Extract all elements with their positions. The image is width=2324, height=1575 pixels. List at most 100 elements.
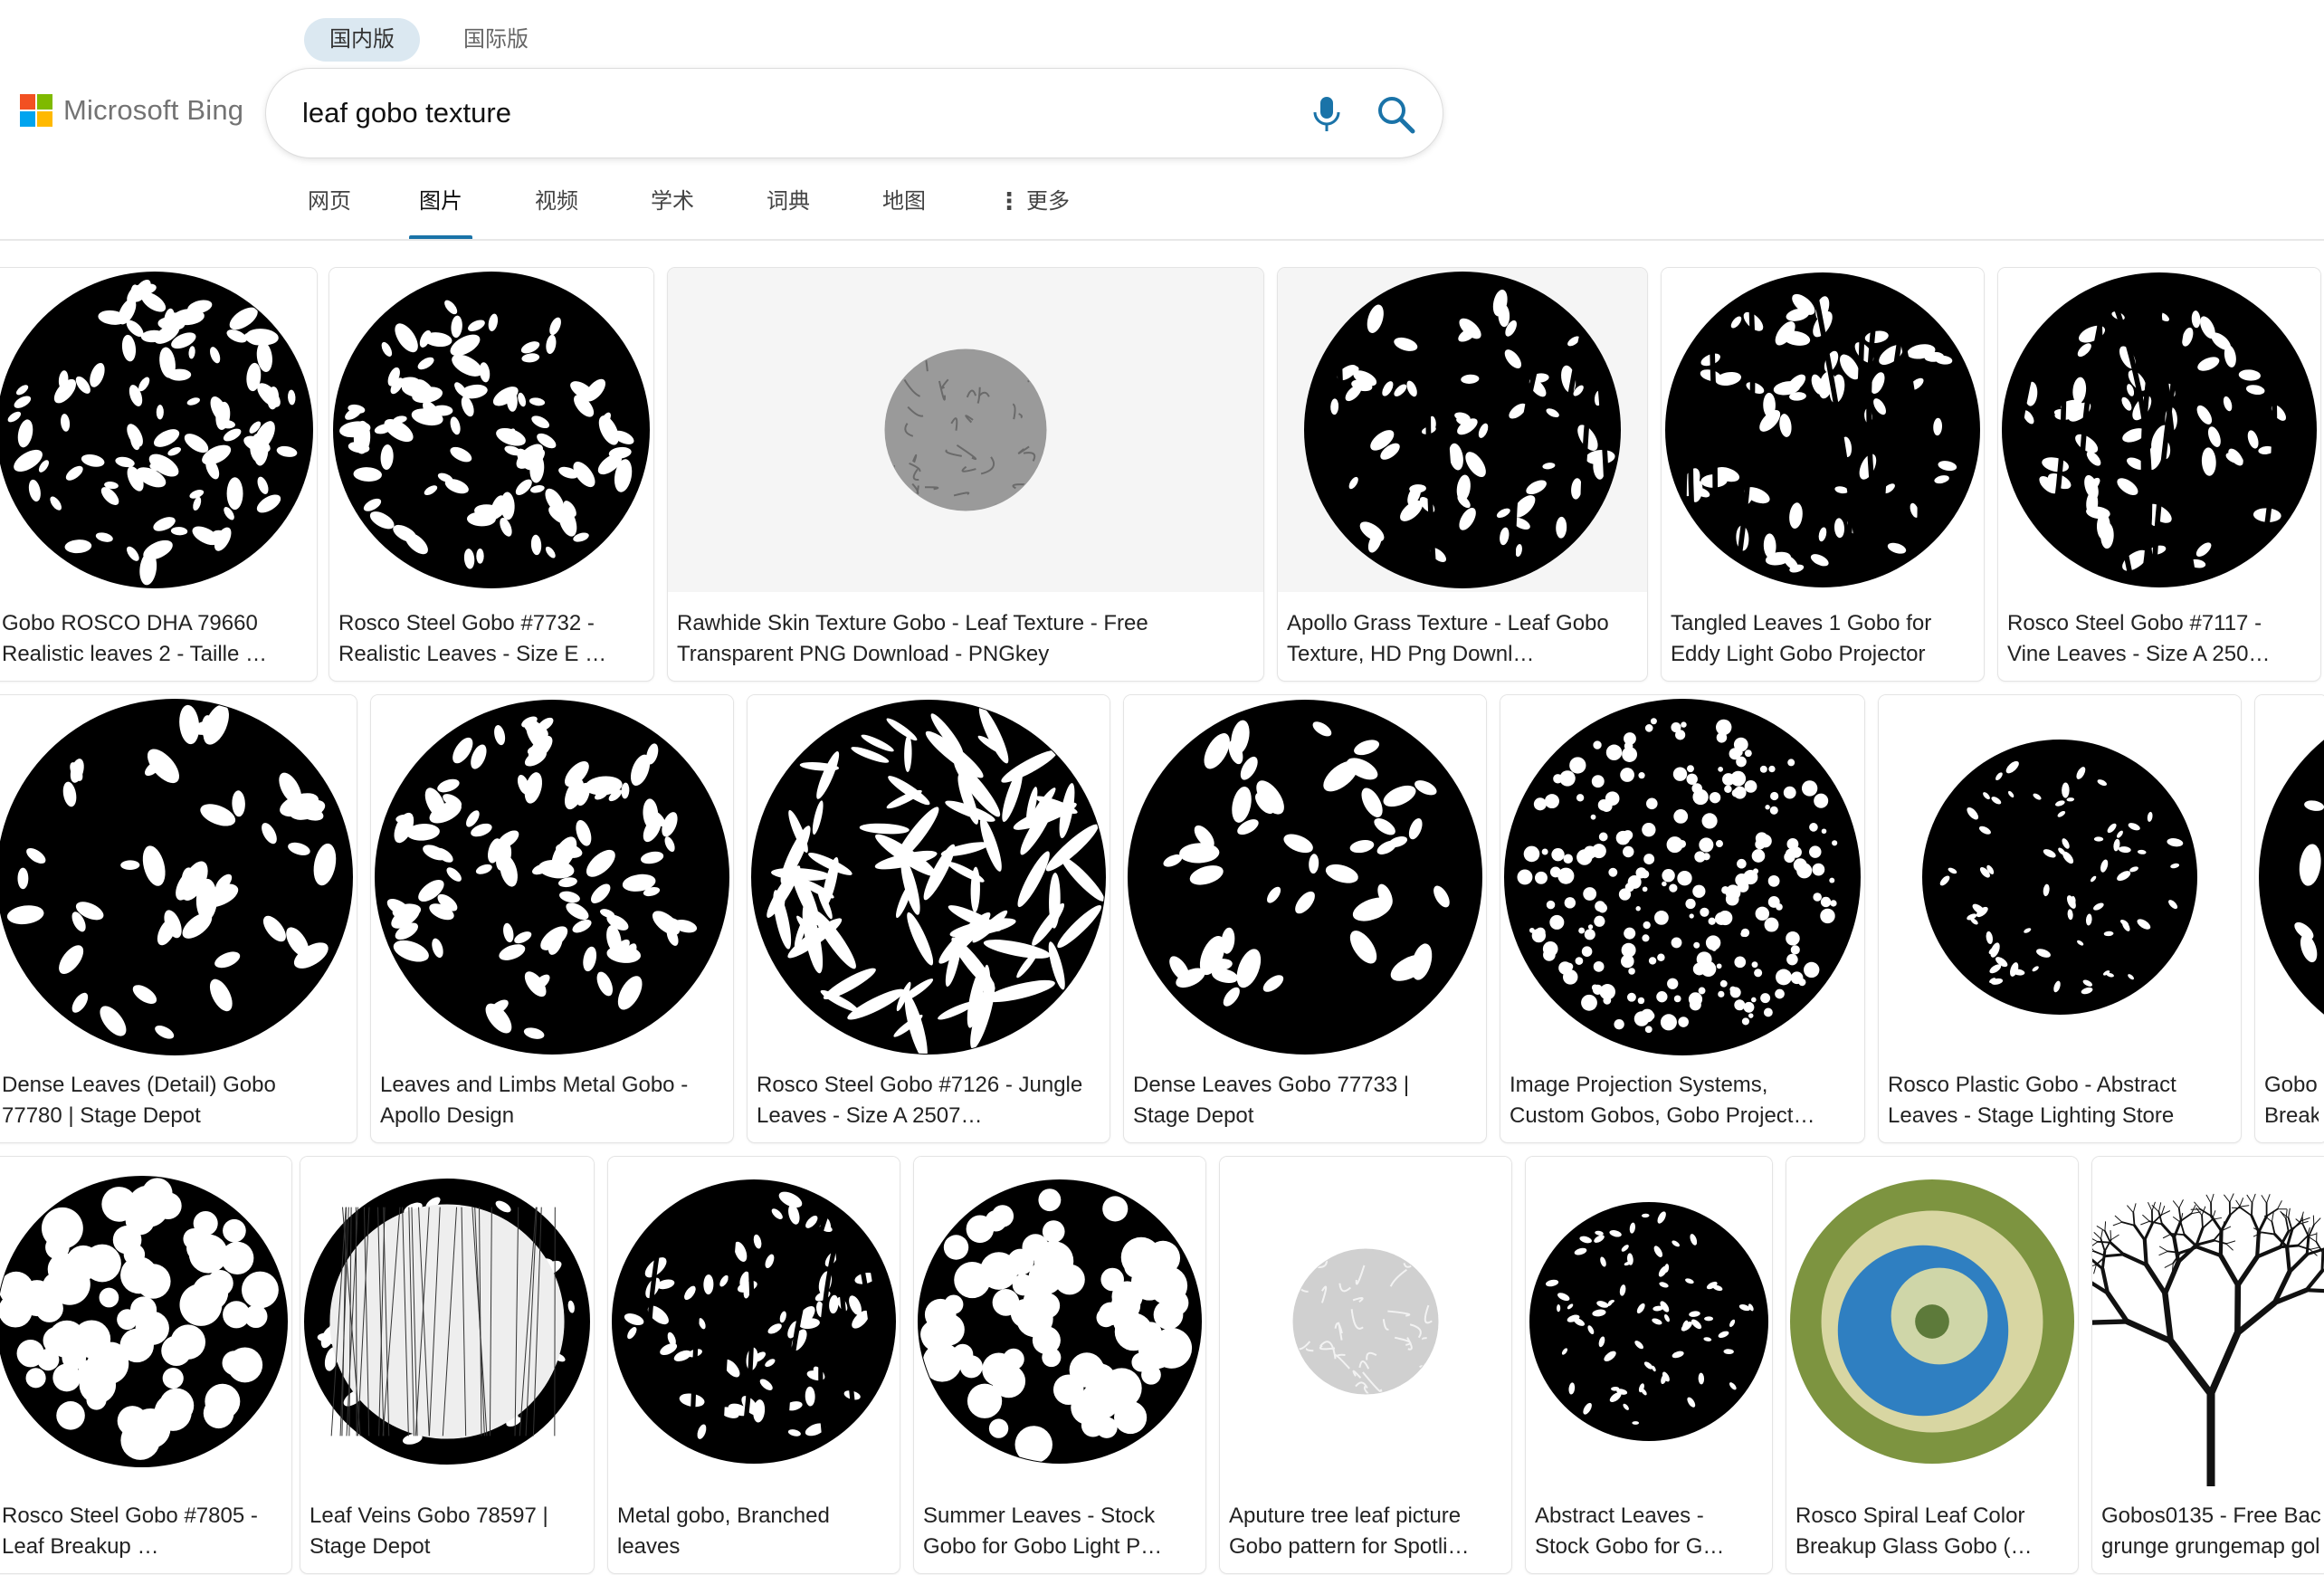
result-caption[interactable]: Summer Leaves - Stock Gobo for Gobo Light… <box>923 1501 1196 1562</box>
thumbnail-image <box>304 1179 590 1465</box>
result-caption[interactable]: Rosco Steel Gobo #7805 - Leaf Breakup … <box>2 1501 282 1562</box>
image-result-card[interactable]: Abstract Leaves - Stock Gobo for G… <box>1526 1157 1772 1573</box>
result-caption[interactable]: Image Projection Systems, Custom Gobos, G… <box>1510 1070 1855 1131</box>
result-thumbnail[interactable] <box>1998 268 2320 592</box>
result-thumbnail[interactable] <box>1124 695 1486 1059</box>
result-thumbnail[interactable] <box>1220 1157 1511 1486</box>
result-caption[interactable]: Dense Leaves Gobo 77733 | Stage Depot <box>1133 1070 1477 1131</box>
thumbnail-image <box>375 700 729 1055</box>
thumbnail-image <box>1128 700 1482 1055</box>
image-result-card[interactable]: Rosco Steel Gobo #7805 - Leaf Breakup … <box>0 1157 291 1573</box>
image-result-card[interactable]: Leaves and Limbs Metal Gobo - Apollo Desi… <box>371 695 733 1142</box>
result-caption[interactable]: Aputure tree leaf picture Gobo pattern fo… <box>1229 1501 1502 1562</box>
result-thumbnail[interactable] <box>2255 695 2324 1059</box>
image-result-card[interactable]: Dense Leaves (Detail) Gobo 77780 | Stage … <box>0 695 357 1142</box>
thumbnail-image <box>1665 272 1980 587</box>
microphone-icon[interactable] <box>1307 92 1347 136</box>
thumbnail-image <box>884 348 1047 511</box>
thumbnail-image <box>2259 740 2324 1015</box>
result-caption[interactable]: Rosco Steel Gobo #7126 - Jungle Leaves - … <box>757 1070 1100 1131</box>
thumbnail-image <box>1304 272 1621 588</box>
result-thumbnail[interactable] <box>0 268 317 592</box>
scope-tab-videos[interactable]: 视频 <box>534 185 579 239</box>
image-result-card[interactable]: Dense Leaves Gobo 77733 | Stage Depot <box>1124 695 1486 1142</box>
result-thumbnail[interactable] <box>1662 268 1984 592</box>
scope-tab-academic[interactable]: 学术 <box>650 185 695 239</box>
result-caption[interactable]: Gobo ROSCO DHA 79660 Realistic leaves 2 -… <box>2 608 308 670</box>
result-thumbnail[interactable] <box>329 268 653 592</box>
search-icon[interactable] <box>1374 92 1417 136</box>
image-result-card[interactable]: Rosco Steel Gobo #7732 - Realistic Leaves… <box>329 268 653 681</box>
thumbnail-image <box>0 1176 288 1467</box>
region-tab-international[interactable]: 国际版 <box>438 18 554 62</box>
image-result-card[interactable]: Image Projection Systems, Custom Gobos, G… <box>1500 695 1864 1142</box>
search-input[interactable] <box>302 89 1207 138</box>
result-thumbnail[interactable] <box>608 1157 900 1486</box>
thumbnail-image <box>2092 1193 2324 1486</box>
result-thumbnail[interactable] <box>668 268 1263 592</box>
result-thumbnail[interactable] <box>1278 268 1647 592</box>
result-thumbnail[interactable] <box>2092 1157 2324 1486</box>
search-box <box>266 69 1443 158</box>
thumbnail-image <box>333 272 650 588</box>
result-thumbnail[interactable] <box>0 1157 291 1486</box>
result-thumbnail[interactable] <box>1786 1157 2078 1486</box>
bing-logo[interactable]: Microsoft Bing <box>20 94 243 127</box>
image-result-card[interactable]: Gobos0135 - Free Bac grunge grungemap gol <box>2092 1157 2324 1573</box>
image-result-card[interactable]: Aputure tree leaf picture Gobo pattern fo… <box>1220 1157 1511 1573</box>
image-result-card[interactable]: Gobo Break <box>2255 695 2324 1142</box>
image-result-card[interactable]: Rosco Spiral Leaf Color Breakup Glass Gob… <box>1786 1157 2078 1573</box>
thumbnail-image <box>918 1179 1202 1464</box>
image-result-card[interactable]: Rosco Plastic Gobo - Abstract Leaves - St… <box>1879 695 2241 1142</box>
region-tab-domestic[interactable]: 国内版 <box>304 18 420 62</box>
thumbnail-image <box>2002 272 2317 587</box>
result-caption[interactable]: Leaf Veins Gobo 78597 | Stage Depot <box>310 1501 585 1562</box>
result-caption[interactable]: Rosco Steel Gobo #7732 - Realistic Leaves… <box>338 608 644 670</box>
region-tabs: 国内版 国际版 <box>304 18 554 62</box>
image-result-card[interactable]: Summer Leaves - Stock Gobo for Gobo Light… <box>914 1157 1205 1573</box>
image-result-card[interactable]: Metal gobo, Branched leaves <box>608 1157 900 1573</box>
result-thumbnail[interactable] <box>0 695 357 1059</box>
scope-tab-images[interactable]: 图片 <box>409 185 472 241</box>
scope-tabs: 网页 图片 视频 学术 词典 地图 ⋮ 更多 <box>302 185 1070 241</box>
thumbnail-image <box>1922 740 2197 1015</box>
result-caption[interactable]: Abstract Leaves - Stock Gobo for G… <box>1535 1501 1763 1562</box>
image-result-card[interactable]: Rosco Steel Gobo #7126 - Jungle Leaves - … <box>748 695 1110 1142</box>
result-caption[interactable]: Gobos0135 - Free Bac grunge grungemap gol <box>2101 1501 2320 1562</box>
result-caption[interactable]: Rosco Plastic Gobo - Abstract Leaves - St… <box>1888 1070 2232 1131</box>
thumbnail-image <box>612 1179 896 1464</box>
scope-tab-web[interactable]: 网页 <box>302 185 357 239</box>
result-thumbnail[interactable] <box>371 695 733 1059</box>
logo-text: Microsoft Bing <box>63 94 244 126</box>
result-thumbnail[interactable] <box>748 695 1110 1059</box>
image-result-card[interactable]: Gobo ROSCO DHA 79660 Realistic leaves 2 -… <box>0 268 317 681</box>
scope-tab-dictionary[interactable]: 词典 <box>766 185 811 239</box>
result-caption[interactable]: Leaves and Limbs Metal Gobo - Apollo Desi… <box>380 1070 724 1131</box>
result-thumbnail[interactable] <box>1879 695 2241 1059</box>
result-thumbnail[interactable] <box>914 1157 1205 1486</box>
scope-tab-maps[interactable]: 地图 <box>881 185 927 239</box>
image-result-card[interactable]: Rosco Steel Gobo #7117 - Vine Leaves - Si… <box>1998 268 2320 681</box>
thumbnail-image <box>1790 1179 2074 1464</box>
thumbnail-image <box>0 272 313 588</box>
image-result-card[interactable]: Apollo Grass Texture - Leaf Gobo Texture,… <box>1278 268 1647 681</box>
result-caption[interactable]: Rosco Steel Gobo #7117 - Vine Leaves - Si… <box>2007 608 2311 670</box>
scope-tab-more[interactable]: ⋮ 更多 <box>997 185 1070 239</box>
result-caption[interactable]: Metal gobo, Branched leaves <box>617 1501 891 1562</box>
result-thumbnail[interactable] <box>300 1157 594 1486</box>
result-caption[interactable]: Rosco Spiral Leaf Color Breakup Glass Gob… <box>1795 1501 2069 1562</box>
image-result-card[interactable]: Leaf Veins Gobo 78597 | Stage Depot <box>300 1157 594 1573</box>
image-result-card[interactable]: Rawhide Skin Texture Gobo - Leaf Texture… <box>668 268 1263 681</box>
image-result-card[interactable]: Tangled Leaves 1 Gobo for Eddy Light Gobo… <box>1662 268 1984 681</box>
result-caption[interactable]: Tangled Leaves 1 Gobo for Eddy Light Gobo… <box>1671 608 1975 670</box>
result-thumbnail[interactable] <box>1526 1157 1772 1486</box>
thumbnail-image <box>1529 1202 1768 1441</box>
result-thumbnail[interactable] <box>1500 695 1864 1059</box>
result-caption[interactable]: Dense Leaves (Detail) Gobo 77780 | Stage … <box>2 1070 348 1131</box>
results-row-3: Rosco Steel Gobo #7805 - Leaf Breakup … L… <box>0 1157 2324 1573</box>
thumbnail-image <box>1292 1248 1439 1395</box>
result-caption[interactable]: Apollo Grass Texture - Leaf Gobo Texture,… <box>1287 608 1638 670</box>
results-row-1: Gobo ROSCO DHA 79660 Realistic leaves 2 -… <box>0 268 2324 681</box>
result-caption[interactable]: Rawhide Skin Texture Gobo - Leaf Texture… <box>677 608 1254 670</box>
result-caption[interactable]: Gobo Break <box>2264 1070 2319 1131</box>
